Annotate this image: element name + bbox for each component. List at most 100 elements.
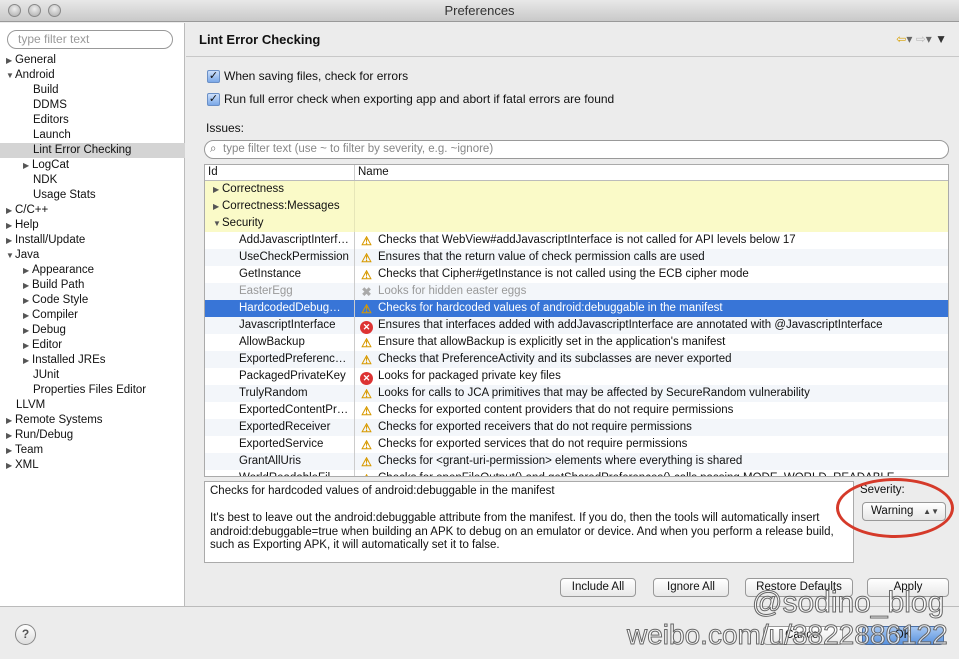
table-row[interactable]: ExportedPreferenc… Checks that Preference… — [205, 351, 948, 368]
sidebar-item[interactable]: Lint Error Checking — [0, 143, 185, 158]
table-row[interactable]: UseCheckPermission Ensures that the retur… — [205, 249, 948, 266]
sidebar-item[interactable]: Editors — [0, 113, 185, 128]
check-on-export-checkbox[interactable]: ✓ Run full error check when exporting app… — [207, 92, 614, 106]
sidebar-item[interactable]: ▼Android — [0, 68, 185, 83]
issue-id-text: HardcodedDebug… — [239, 302, 341, 314]
help-button[interactable]: ? — [15, 624, 36, 645]
sidebar-item[interactable]: Usage Stats — [0, 188, 185, 203]
sidebar-item[interactable]: ▶ Run/Debug — [0, 428, 185, 443]
expand-arrow-icon[interactable]: ▶ — [23, 158, 32, 173]
sidebar-item[interactable]: ▶ Help — [0, 218, 185, 233]
table-row[interactable]: TrulyRandom Looks for calls to JCA primit… — [205, 385, 948, 402]
issues-filter-input[interactable]: ⌕ type filter text (use ~ to filter by se… — [204, 140, 949, 159]
restore-defaults-button[interactable]: Restore Defaults — [745, 578, 853, 597]
expand-arrow-icon[interactable]: ▶ — [6, 458, 15, 473]
sidebar-item-label: Properties Files Editor — [33, 384, 147, 396]
table-row[interactable]: GrantAllUris Checks for <grant-uri-permis… — [205, 453, 948, 470]
expand-arrow-icon[interactable]: ▶ — [23, 323, 32, 338]
issue-id: GrantAllUris — [205, 453, 355, 470]
collapse-arrow-icon[interactable]: ▼ — [6, 68, 15, 83]
expand-arrow-icon[interactable]: ▶ — [6, 443, 15, 458]
table-row[interactable]: WorldReadableFil… Checks for openFileOutp… — [205, 470, 948, 476]
sidebar-item-label: Android — [15, 69, 55, 81]
apply-button[interactable]: Apply — [867, 578, 949, 597]
sidebar-item[interactable]: ▶ General — [0, 53, 185, 68]
sidebar-item[interactable]: ▼Java — [0, 248, 185, 263]
expand-arrow-icon[interactable]: ▶ — [213, 181, 222, 198]
expand-arrow-icon[interactable]: ▶ — [6, 413, 15, 428]
table-row[interactable]: ▶ Correctness — [205, 181, 948, 198]
table-row[interactable]: JavascriptInterface ✕ Ensures that interfa… — [205, 317, 948, 334]
table-row[interactable]: AddJavascriptInterf… Checks that WebView#… — [205, 232, 948, 249]
close-window-button[interactable] — [8, 4, 21, 17]
sidebar-item[interactable]: ▶ LogCat — [0, 158, 185, 173]
sidebar-item[interactable]: ▶ Appearance — [0, 263, 185, 278]
sidebar-item[interactable]: DDMS — [0, 98, 185, 113]
sidebar-item[interactable]: ▶ Remote Systems — [0, 413, 185, 428]
menu-icon[interactable]: ▼ — [935, 32, 947, 46]
sidebar-item[interactable]: ▶ Install/Update — [0, 233, 185, 248]
ignore-all-button[interactable]: Ignore All — [653, 578, 729, 597]
expand-arrow-icon[interactable]: ▶ — [213, 198, 222, 215]
table-row[interactable]: HardcodedDebug… Checks for hardcoded valu… — [205, 300, 948, 317]
table-row[interactable]: GetInstance Checks that Cipher#getInstanc… — [205, 266, 948, 283]
issue-name — [355, 215, 948, 232]
warning-icon — [360, 337, 373, 350]
expand-arrow-icon[interactable]: ▶ — [6, 428, 15, 443]
sidebar-item[interactable]: ▶ Installed JREs — [0, 353, 185, 368]
sidebar-item[interactable]: JUnit — [0, 368, 185, 383]
table-row[interactable]: ExportedService Checks for exported servi… — [205, 436, 948, 453]
navigation-arrows[interactable]: ⇦▾ ⇨▾ ▼ — [896, 32, 947, 46]
collapse-arrow-icon[interactable]: ▼ — [6, 248, 15, 263]
issue-name: Checks that PreferenceActivity and its s… — [355, 351, 948, 368]
expand-arrow-icon[interactable]: ▶ — [23, 278, 32, 293]
sidebar-item[interactable]: ▶ C/C++ — [0, 203, 185, 218]
expand-arrow-icon[interactable]: ▶ — [23, 293, 32, 308]
forward-icon[interactable]: ⇨ — [916, 32, 926, 46]
issue-id: ▶ Correctness:Messages — [205, 198, 355, 215]
sidebar-item[interactable]: Properties Files Editor — [0, 383, 185, 398]
table-row[interactable]: ExportedContentPr… Checks for exported co… — [205, 402, 948, 419]
sidebar-item[interactable]: Launch — [0, 128, 185, 143]
sidebar-item[interactable]: Build — [0, 83, 185, 98]
sidebar-filter-input[interactable]: type filter text — [7, 30, 173, 49]
expand-arrow-icon[interactable]: ▶ — [6, 218, 15, 233]
warning-icon — [360, 473, 373, 476]
check-on-save-checkbox[interactable]: ✓ When saving files, check for errors — [207, 69, 408, 83]
sidebar-item[interactable]: ▶ Build Path — [0, 278, 185, 293]
zoom-window-button[interactable] — [48, 4, 61, 17]
sidebar-item[interactable]: ▶ XML — [0, 458, 185, 473]
sidebar-item[interactable]: NDK — [0, 173, 185, 188]
expand-arrow-icon[interactable]: ▶ — [23, 308, 32, 323]
sidebar-item[interactable]: ▶ Code Style — [0, 293, 185, 308]
table-row[interactable]: EasterEgg ✖ Looks for hidden easter eggs — [205, 283, 948, 300]
ok-button[interactable]: OK — [862, 626, 944, 645]
sidebar-item[interactable]: ▶ Compiler — [0, 308, 185, 323]
collapse-arrow-icon[interactable]: ▼ — [213, 215, 222, 232]
expand-arrow-icon[interactable]: ▶ — [23, 263, 32, 278]
table-row[interactable]: ExportedReceiver Checks for exported rece… — [205, 419, 948, 436]
expand-arrow-icon[interactable]: ▶ — [23, 353, 32, 368]
sidebar-item[interactable]: ▶ Team — [0, 443, 185, 458]
table-row[interactable]: PackagedPrivateKey ✕ Looks for packaged pr… — [205, 368, 948, 385]
issue-name-text: Checks for exported services that do not… — [378, 438, 688, 450]
include-all-button[interactable]: Include All — [560, 578, 636, 597]
sidebar-item[interactable]: ▶ Editor — [0, 338, 185, 353]
expand-arrow-icon[interactable]: ▶ — [6, 233, 15, 248]
expand-arrow-icon[interactable]: ▶ — [6, 53, 15, 68]
expand-arrow-icon[interactable]: ▶ — [6, 203, 15, 218]
table-row[interactable]: AllowBackup Ensure that allowBackup is ex… — [205, 334, 948, 351]
back-icon[interactable]: ⇦ — [896, 32, 906, 46]
issue-name: Checks that Cipher#getInstance is not ca… — [355, 266, 948, 283]
minimize-window-button[interactable] — [28, 4, 41, 17]
sidebar-item[interactable]: ▶ Debug — [0, 323, 185, 338]
column-header-id[interactable]: Id — [205, 165, 355, 180]
cancel-button[interactable]: Cancel — [763, 626, 843, 645]
sidebar-item[interactable]: LLVM — [0, 398, 185, 413]
issue-id-text: Security — [222, 217, 264, 229]
column-header-name[interactable]: Name — [355, 165, 948, 180]
table-row[interactable]: ▶ Correctness:Messages — [205, 198, 948, 215]
expand-arrow-icon[interactable]: ▶ — [23, 338, 32, 353]
table-row[interactable]: ▼Security — [205, 215, 948, 232]
window-controls — [8, 4, 61, 17]
